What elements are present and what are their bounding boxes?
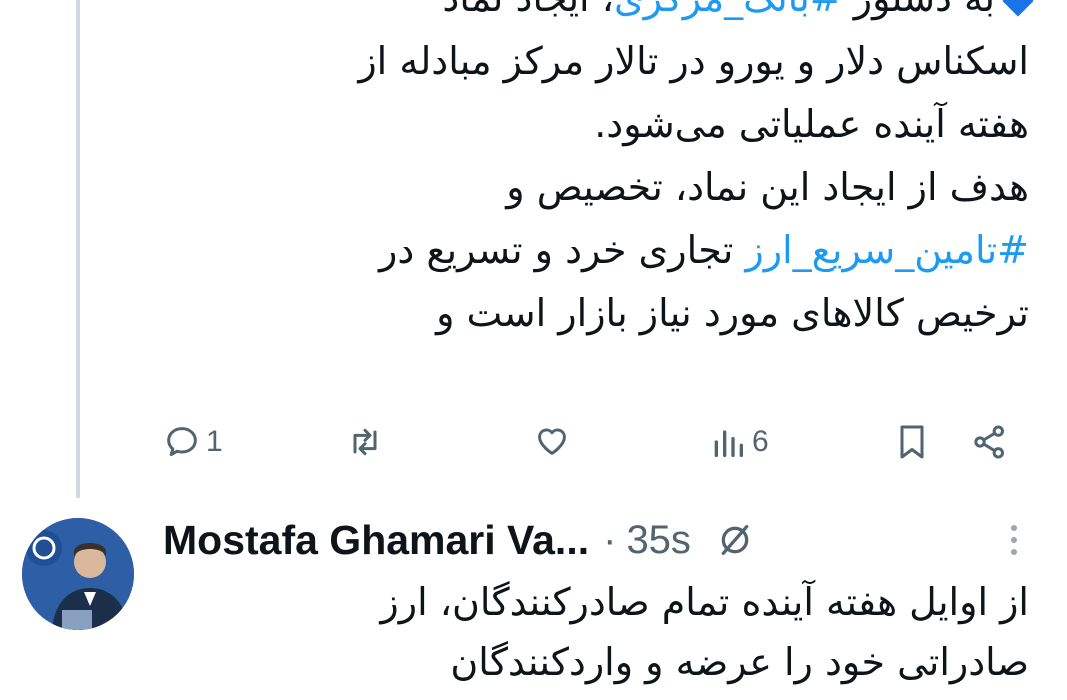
views-button[interactable]: 6 [708,422,769,462]
share-button[interactable] [970,422,1010,462]
tweet-line: از اوایل هفته آینده تمام صادرکنندگان، ار… [380,580,1029,624]
retweet-button[interactable] [345,422,385,462]
tweet-line: ترخیص کالاهای مورد نیاز بازار است و [436,291,1029,335]
hashtag-link[interactable]: #بانک_مرکزی [614,0,842,20]
blue-diamond-icon [1002,0,1034,17]
tweet-line: اسکناس دلار و یورو در تالار مرکز مبادله … [358,39,1029,83]
tweet-line: #تامین_سریع_ارز تجاری خرد و تسریع در [378,228,1029,272]
more-vertical-icon[interactable] [1000,520,1028,560]
reply-count: 1 [206,425,223,458]
tweet-header: Mostafa Ghamari Va... · 35s [163,510,1043,570]
bookmark-button[interactable] [892,422,932,462]
tweet-line: صادراتی خود را عرضه و واردکنندگان [450,640,1029,684]
tweet-line: هدف از ایجاد این نماد، تخصیص و [506,165,1029,209]
views-chart-icon [714,430,743,457]
author-name[interactable]: Mostafa Ghamari Va... [163,517,589,564]
like-button[interactable] [532,420,572,460]
reply-button[interactable]: 1 [162,422,223,462]
heart-icon [538,428,566,455]
bookmark-icon [900,425,924,459]
edit-slash-icon [721,525,749,555]
tweet-line: هفته آینده عملیاتی می‌شود. [594,102,1029,146]
hashtag-link[interactable]: #تامین_سریع_ارز [745,228,1029,272]
tweet-action-bar: 1 6 [0,414,1067,470]
views-count: 6 [752,425,769,458]
tweet-line: به دستور #بانک_مرکزی، ایجاد نماد [209,0,1034,30]
timestamp[interactable]: 35s [626,518,691,563]
retweet-icon [353,428,377,456]
share-icon [974,425,1004,459]
profile-photo [22,518,134,630]
tweet-text-second: از اوایل هفته آینده تمام صادرکنندگان، ار… [209,572,1029,692]
tweet-text: به دستور #بانک_مرکزی، ایجاد نماد اسکناس … [209,0,1034,345]
separator-dot: · [603,517,617,562]
reply-icon [167,427,197,456]
avatar[interactable] [22,518,134,630]
